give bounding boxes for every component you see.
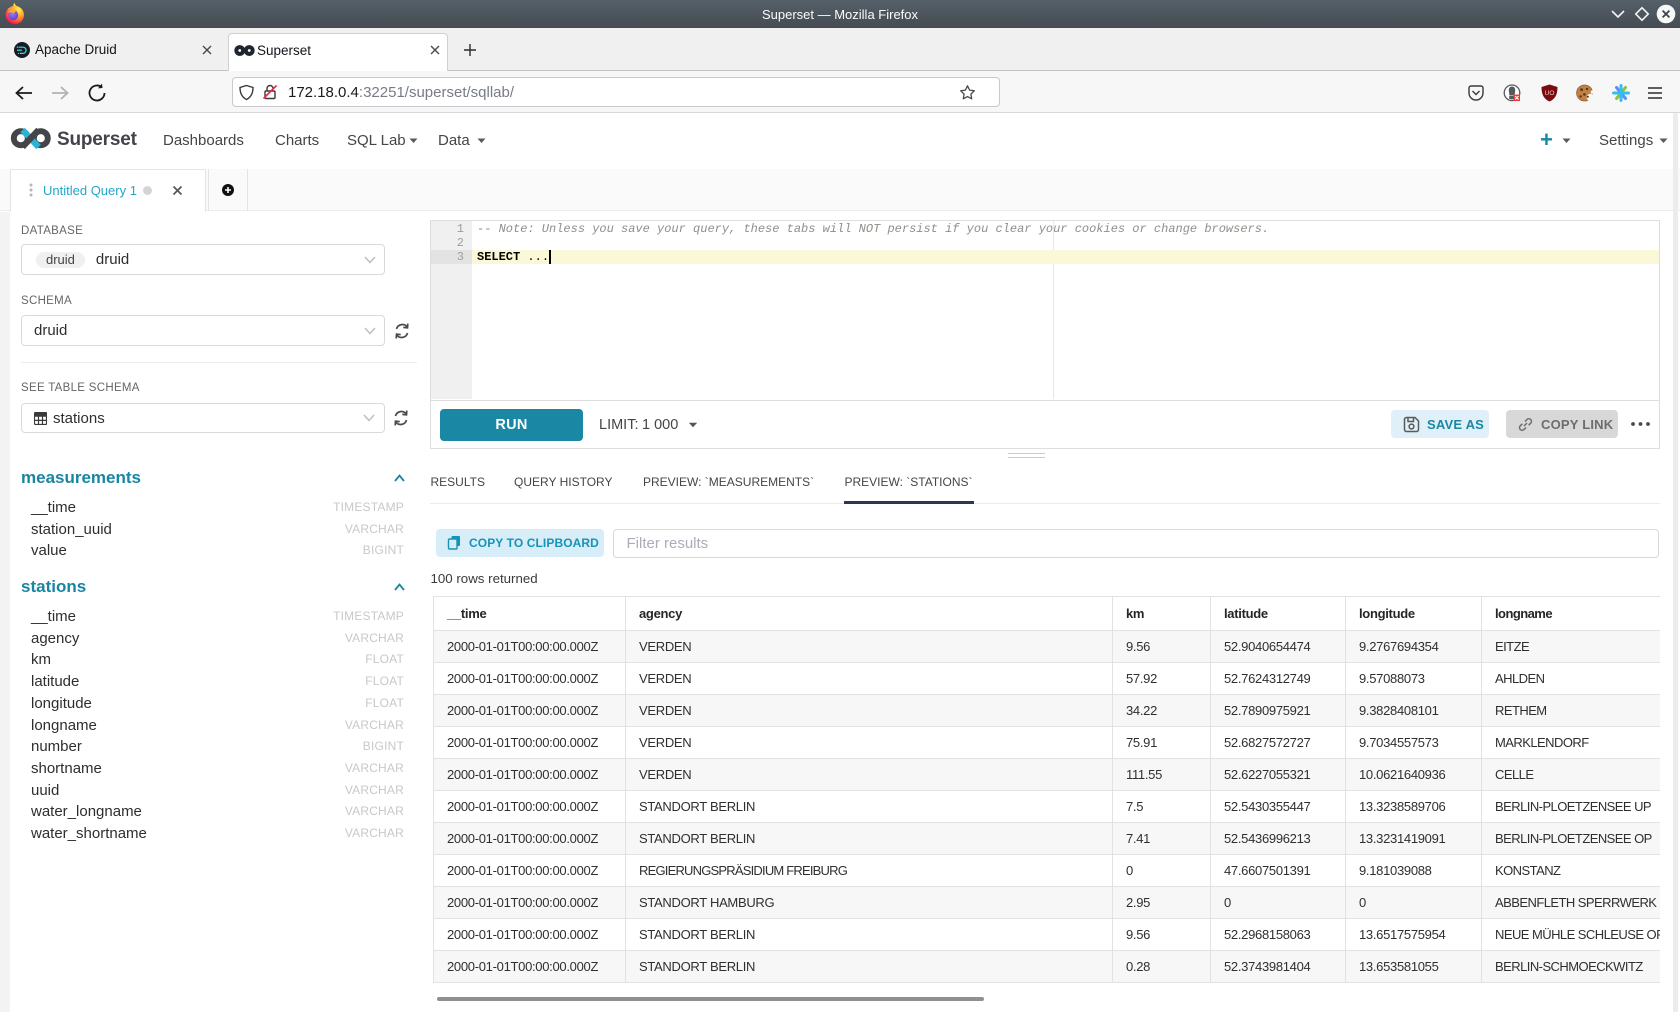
svg-text:UO: UO xyxy=(1545,90,1555,97)
